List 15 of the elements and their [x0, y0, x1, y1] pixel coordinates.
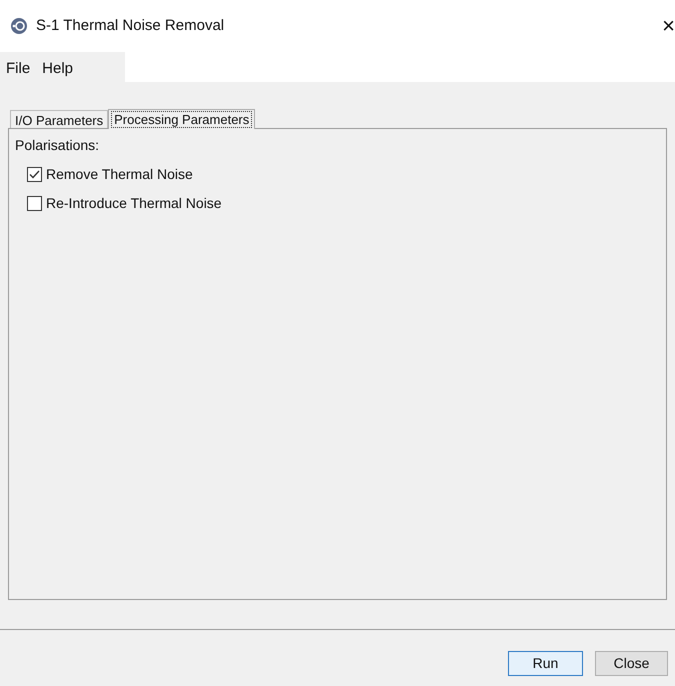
menu-item[interactable]: File: [6, 58, 30, 80]
dialog-button[interactable]: Close: [595, 651, 668, 676]
section-heading: Polarisations:: [15, 136, 100, 155]
tab[interactable]: I/O Parameters: [10, 110, 108, 128]
checkbox-option[interactable]: Re-Introduce Thermal Noise: [27, 193, 222, 214]
tab[interactable]: Processing Parameters: [108, 109, 256, 129]
dialog-button[interactable]: Run: [508, 651, 583, 676]
menu-item[interactable]: Help: [42, 58, 74, 80]
window-title: S-1 Thermal Noise Removal: [36, 16, 224, 36]
close-button[interactable]: ×: [660, 15, 675, 37]
checkmark-icon: [29, 170, 40, 179]
app-logo-icon: [10, 17, 28, 35]
checkbox[interactable]: [27, 167, 42, 182]
checkbox[interactable]: [27, 196, 42, 211]
checkbox-option[interactable]: Remove Thermal Noise: [27, 164, 193, 185]
